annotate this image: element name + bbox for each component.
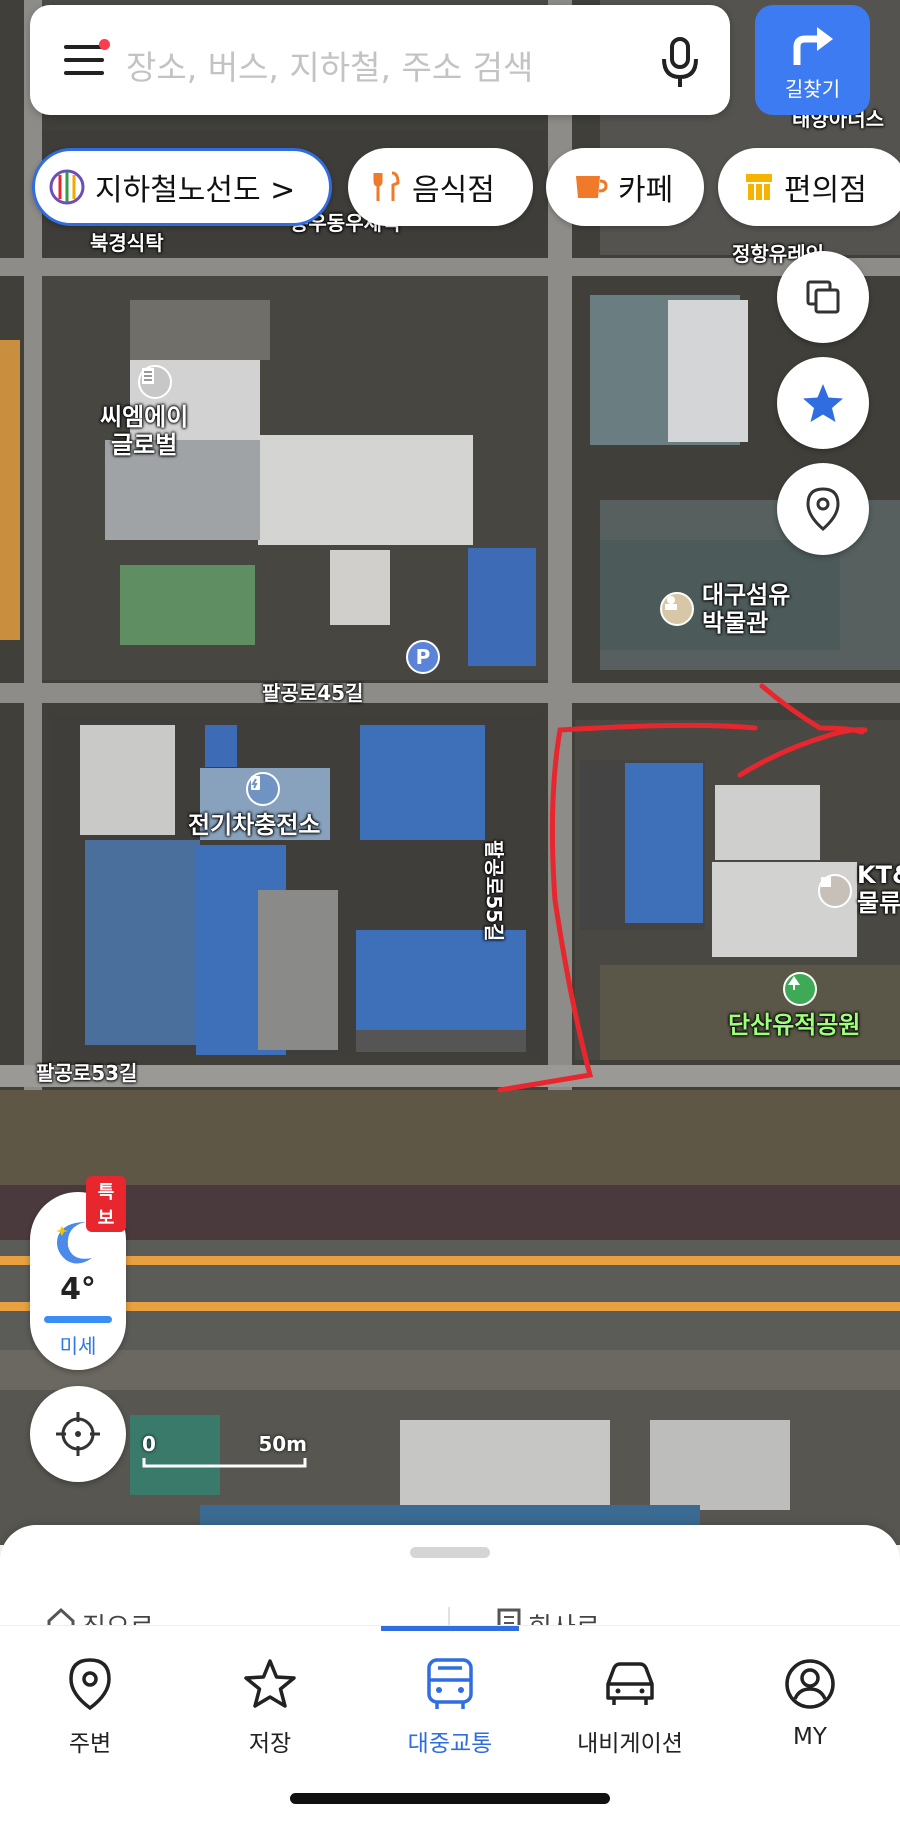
- star-icon: [244, 1659, 296, 1708]
- museum-poi-icon[interactable]: [660, 592, 694, 626]
- tab-my-label: MY: [793, 1724, 827, 1750]
- subway-line-icon: [49, 169, 85, 205]
- map-label-kt: KT& 물류: [857, 861, 900, 917]
- chip-convenience-store[interactable]: 편의점: [718, 148, 900, 226]
- chip-subway-label: 지하철노선도 >: [95, 173, 296, 208]
- tab-saved[interactable]: 저장: [180, 1654, 360, 1758]
- sheet-drag-handle[interactable]: [410, 1547, 490, 1558]
- chip-store-label: 편의점: [784, 173, 867, 208]
- menu-icon[interactable]: [64, 39, 110, 75]
- directions-label: 길찾기: [784, 77, 841, 101]
- map-label-park: 단산유적공원: [728, 1011, 861, 1039]
- layers-button[interactable]: [777, 251, 869, 343]
- park-poi-icon[interactable]: [783, 972, 817, 1006]
- chip-cafe-label: 카페: [618, 173, 674, 208]
- chip-cafe[interactable]: 카페: [546, 148, 704, 226]
- road-label-vertical: 팔공로55길: [482, 840, 506, 942]
- tab-navigation-label: 내비게이션: [577, 1731, 683, 1757]
- weather-widget[interactable]: 특보 4° 미세: [30, 1176, 126, 1370]
- turn-arrow-icon: [793, 27, 833, 65]
- store-icon: [744, 172, 774, 202]
- tab-my[interactable]: MY: [720, 1654, 900, 1750]
- tab-transit-label: 대중교통: [407, 1731, 493, 1757]
- coffee-cup-icon: [574, 172, 608, 202]
- fork-knife-icon: [372, 171, 402, 203]
- location-pin-icon: [806, 487, 840, 531]
- home-indicator[interactable]: [290, 1793, 610, 1804]
- temperature: 4°: [60, 1272, 96, 1307]
- bus-icon: [427, 1658, 473, 1709]
- road-label-53: 팔공로53길: [36, 1061, 138, 1085]
- tab-transit[interactable]: 대중교통: [360, 1654, 540, 1758]
- user-icon: [785, 1659, 835, 1709]
- active-tab-indicator: [381, 1626, 519, 1631]
- fine-dust-label: 미세: [59, 1334, 97, 1358]
- chip-restaurant[interactable]: 음식점: [348, 148, 533, 226]
- layers-icon: [806, 280, 840, 314]
- tab-nearby-label: 주변: [68, 1731, 112, 1757]
- moon-icon: [56, 1222, 92, 1264]
- map-label-ev-charger: 전기차충전소: [188, 811, 321, 839]
- star-icon: [803, 384, 843, 422]
- favorites-button[interactable]: [777, 357, 869, 449]
- tab-navigation[interactable]: 내비게이션: [540, 1654, 720, 1758]
- search-input[interactable]: 장소, 버스, 지하철, 주소 검색: [126, 41, 533, 89]
- dust-level-bar: [44, 1316, 112, 1323]
- current-location-button[interactable]: [30, 1386, 126, 1482]
- my-places-button[interactable]: [777, 463, 869, 555]
- map-label-place-a: 북경식탁: [90, 231, 164, 255]
- parking-poi-icon[interactable]: P: [406, 640, 440, 674]
- office-poi-icon[interactable]: [138, 365, 172, 399]
- map-label-cm-global: 씨엠에이 글로벌: [100, 403, 189, 459]
- chip-subway-map[interactable]: 지하철노선도 >: [32, 148, 332, 226]
- notification-dot: [99, 39, 110, 50]
- search-bar[interactable]: 장소, 버스, 지하철, 주소 검색: [30, 5, 730, 115]
- road-label-45: 팔공로45길: [262, 681, 364, 705]
- chip-restaurant-label: 음식점: [412, 173, 495, 208]
- satellite-map[interactable]: 북경식탁 동우동우세적 태양아너스 정항유레인 씨엠에이 글로벌 대구섬유 박물…: [0, 0, 900, 1545]
- logistics-poi-icon[interactable]: [818, 874, 852, 908]
- directions-button[interactable]: 길찾기: [755, 5, 870, 115]
- car-icon: [606, 1662, 654, 1705]
- tab-nearby[interactable]: 주변: [0, 1654, 180, 1758]
- crosshair-icon: [56, 1412, 100, 1456]
- tab-saved-label: 저장: [248, 1731, 292, 1757]
- microphone-icon[interactable]: [655, 35, 705, 91]
- map-scale-bar: 0 50m: [142, 1432, 307, 1472]
- location-pin-icon: [69, 1658, 111, 1711]
- ev-charger-poi-icon[interactable]: [246, 772, 280, 806]
- map-label-museum: 대구섬유 박물관: [702, 581, 791, 637]
